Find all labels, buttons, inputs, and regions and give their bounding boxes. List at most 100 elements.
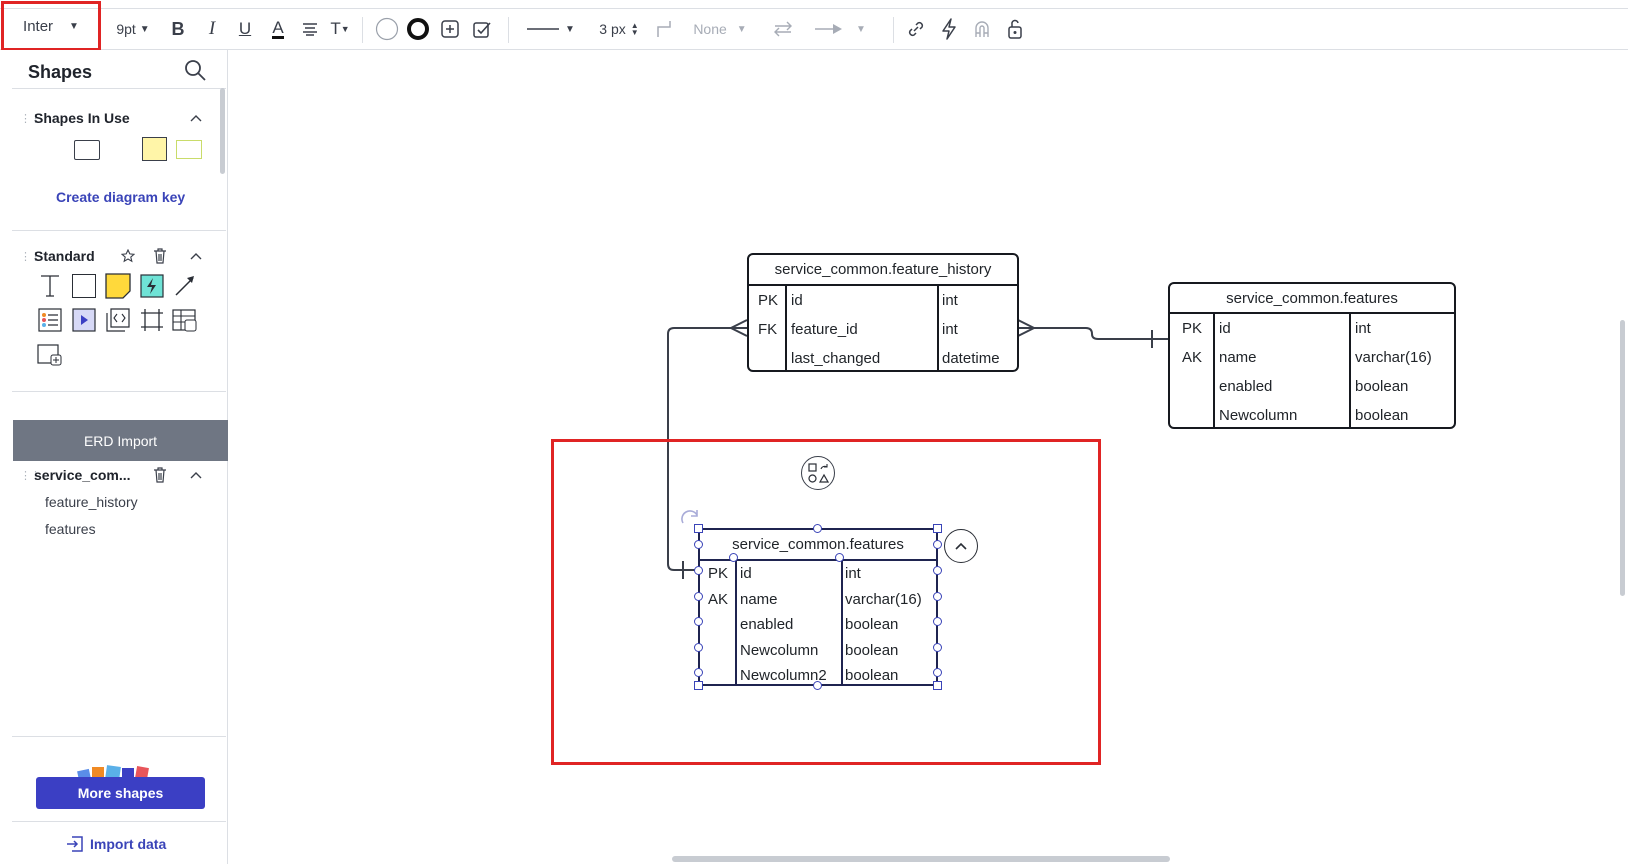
sidebar-scrollbar[interactable] [220, 88, 225, 174]
connection-point[interactable] [694, 566, 703, 575]
bold-button[interactable]: B [166, 9, 190, 49]
erd-import-button[interactable]: ERD Import [13, 420, 228, 461]
type-cell: varchar(16) [845, 590, 922, 608]
connection-point[interactable] [694, 668, 703, 677]
standard-header[interactable]: ⋮⋮ Standard [20, 246, 95, 266]
conditional-format-button[interactable] [470, 9, 496, 49]
delete-section-button[interactable] [150, 465, 170, 485]
resize-handle[interactable] [694, 524, 703, 533]
font-size-dropdown[interactable]: 9pt ▼ [110, 9, 156, 49]
italic-button[interactable]: I [200, 9, 224, 49]
shape-options-button[interactable] [437, 9, 463, 49]
fill-color-button[interactable] [374, 9, 400, 49]
connection-point[interactable] [933, 592, 942, 601]
line-end-dropdown[interactable]: ▼ [810, 9, 870, 49]
drag-handle-icon[interactable]: ⋮⋮ [20, 469, 41, 482]
resize-handle[interactable] [813, 681, 822, 690]
connection-point[interactable] [729, 553, 738, 562]
shape-outline[interactable] [176, 140, 202, 159]
entity-row[interactable]: PK id int [700, 561, 936, 587]
horizontal-scrollbar[interactable] [672, 856, 1170, 862]
rectangle-shape[interactable] [71, 273, 97, 299]
entity-title[interactable]: service_common.features [1170, 284, 1454, 314]
arrow-diagonal-icon [175, 276, 194, 296]
favorite-button[interactable] [118, 246, 138, 266]
delete-section-button[interactable] [150, 246, 170, 266]
line-shape-button[interactable] [652, 9, 676, 49]
embed-shape[interactable] [105, 307, 131, 333]
resize-handle[interactable] [933, 681, 942, 690]
entity-row[interactable]: AK name varchar(16) [700, 587, 936, 613]
collapse-entity-button[interactable] [944, 529, 978, 563]
entity-row[interactable]: Newcolumn boolean [1170, 401, 1454, 430]
more-shapes-button[interactable]: More shapes [36, 777, 205, 809]
connection-point[interactable] [933, 566, 942, 575]
create-diagram-key-link[interactable]: Create diagram key [56, 189, 185, 205]
video-shape[interactable] [71, 307, 97, 333]
table-shape[interactable] [172, 307, 198, 333]
connection-point[interactable] [694, 540, 703, 549]
line-jump-dropdown[interactable]: None ▼ [684, 9, 756, 49]
shape-actions-button[interactable] [801, 456, 835, 490]
resize-handle[interactable] [694, 681, 703, 690]
underline-button[interactable]: U [233, 9, 257, 49]
entity-row[interactable]: enabled boolean [1170, 372, 1454, 401]
search-button[interactable] [183, 58, 209, 84]
connection-point[interactable] [835, 553, 844, 562]
entity-row[interactable]: PK id int [1170, 314, 1454, 343]
erd-item-features[interactable]: features [45, 521, 96, 537]
connection-point[interactable] [694, 592, 703, 601]
connection-point[interactable] [694, 643, 703, 652]
connection-point[interactable] [933, 668, 942, 677]
arrow-line-shape[interactable] [172, 273, 198, 299]
magnet-button[interactable] [969, 9, 995, 49]
action-shape[interactable] [139, 273, 165, 299]
entity-row[interactable]: FK feature_id int [749, 315, 1017, 344]
connection-point[interactable] [933, 540, 942, 549]
erd-section-header[interactable]: ⋮⋮ service_com... [20, 465, 131, 485]
entity-row[interactable]: last_changed datetime [749, 344, 1017, 373]
import-data-link[interactable]: Import data [66, 836, 166, 852]
entity-row[interactable]: AK name varchar(16) [1170, 343, 1454, 372]
entity-features-selected[interactable]: service_common.features PK id int AK nam… [698, 528, 938, 686]
text-align-button[interactable] [298, 9, 322, 49]
table-icon [172, 309, 197, 332]
connection-point[interactable] [933, 643, 942, 652]
vertical-scrollbar[interactable] [1620, 320, 1625, 596]
text-color-button[interactable]: A [266, 9, 290, 49]
entity-row[interactable]: enabled boolean [700, 612, 936, 638]
entity-feature-history[interactable]: service_common.feature_history PK id int… [747, 253, 1019, 372]
entity-features[interactable]: service_common.features PK id int AK nam… [1168, 282, 1456, 429]
frame-shape[interactable] [139, 307, 165, 333]
collapse-button[interactable] [186, 108, 206, 128]
connection-point[interactable] [933, 617, 942, 626]
actions-button[interactable] [936, 9, 962, 49]
collapse-button[interactable] [186, 246, 206, 266]
link-button[interactable] [903, 9, 929, 49]
name-cell: name [1219, 349, 1257, 366]
lock-button[interactable] [1002, 9, 1028, 49]
list-shape[interactable] [37, 307, 63, 333]
connection-point[interactable] [694, 617, 703, 626]
line-style-dropdown[interactable]: ▼ [522, 9, 578, 49]
resize-handle[interactable] [933, 524, 942, 533]
note-shape[interactable] [105, 273, 131, 299]
shape-rectangle[interactable] [74, 140, 100, 160]
line-color-button[interactable] [405, 9, 431, 49]
swap-endpoints-button[interactable] [770, 9, 796, 49]
text-options-button[interactable]: T ▼ [327, 9, 353, 49]
collapse-button[interactable] [186, 465, 206, 485]
entity-title[interactable]: service_common.feature_history [749, 255, 1017, 286]
text-shape[interactable] [37, 273, 63, 299]
line-width-stepper[interactable]: 3 px ▲ ▼ [590, 9, 648, 49]
shapes-in-use-header[interactable]: ⋮⋮ Shapes In Use [20, 108, 130, 128]
shape-sticky-note[interactable] [142, 137, 167, 161]
drag-handle-icon[interactable]: ⋮⋮ [20, 112, 41, 125]
erd-item-feature-history[interactable]: feature_history [45, 494, 138, 510]
resize-handle[interactable] [813, 524, 822, 533]
custom-shape[interactable] [37, 341, 63, 367]
entity-row[interactable]: PK id int [749, 286, 1017, 315]
drag-handle-icon[interactable]: ⋮⋮ [20, 250, 41, 263]
entity-row[interactable]: Newcolumn boolean [700, 638, 936, 664]
font-family-dropdown[interactable]: Inter ▼ [1, 1, 101, 51]
